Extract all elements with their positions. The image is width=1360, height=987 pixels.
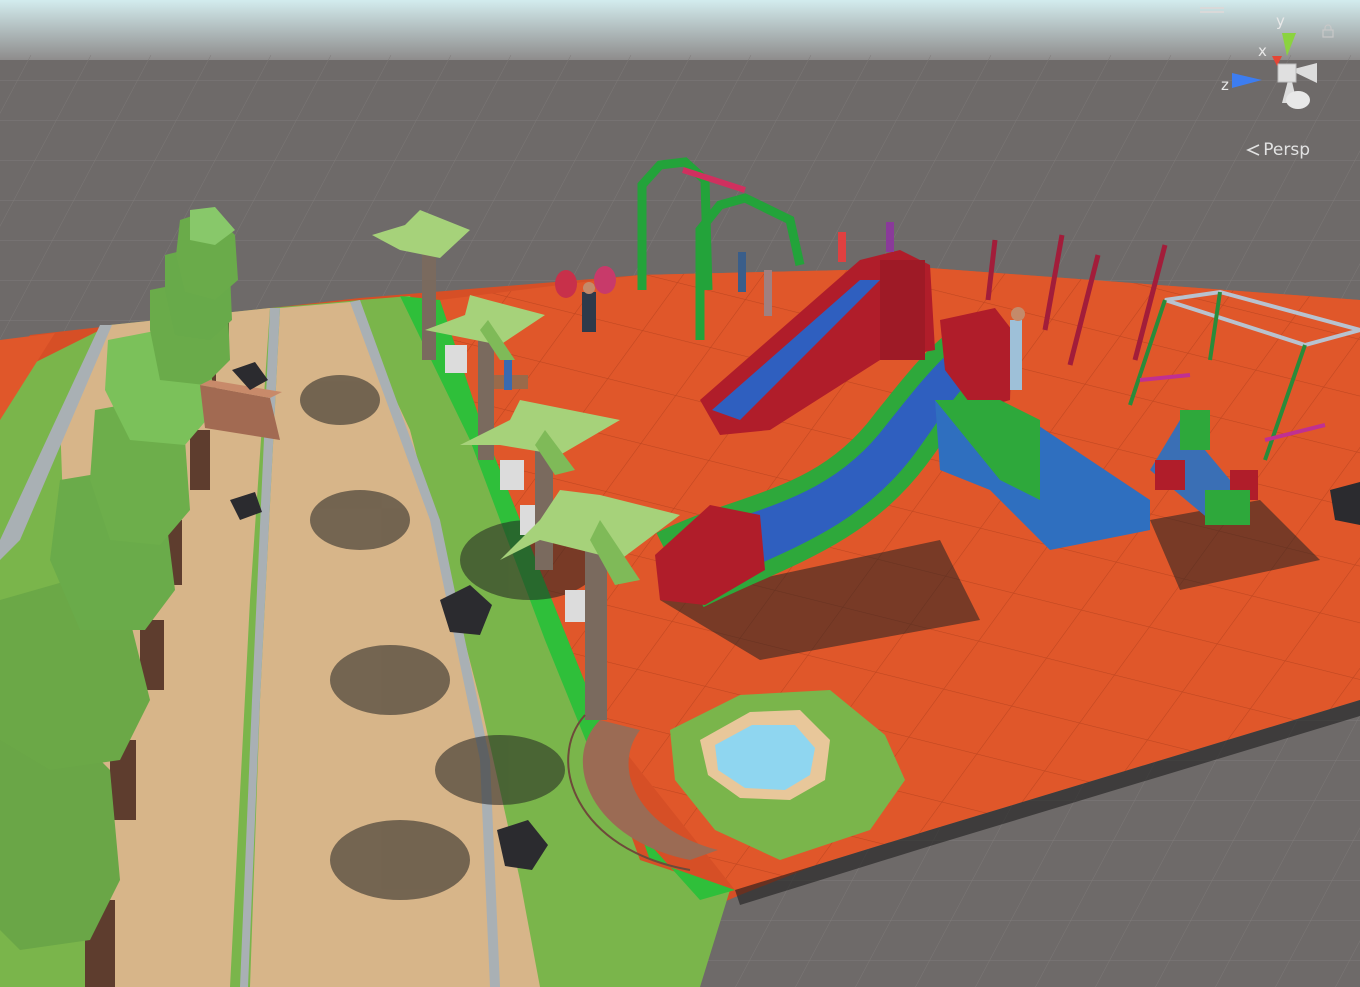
z-axis-cone[interactable] xyxy=(1232,73,1262,88)
orientation-gizmo[interactable]: x y z xyxy=(1202,8,1332,128)
lock-icon[interactable] xyxy=(1321,24,1335,38)
gizmo-y-label: y xyxy=(1276,12,1285,30)
gizmo-z-label: z xyxy=(1221,76,1229,94)
scene-canvas[interactable] xyxy=(0,0,1360,987)
neg-z-cone[interactable] xyxy=(1286,91,1310,109)
camera-projection-toggle[interactable]: Persp xyxy=(1245,140,1310,160)
y-axis-cone[interactable] xyxy=(1282,33,1296,56)
gizmo-axes[interactable] xyxy=(1202,8,1332,128)
chevron-left-icon xyxy=(1246,144,1260,156)
camera-projection-label: Persp xyxy=(1263,140,1310,160)
gizmo-x-label: x xyxy=(1258,42,1267,60)
horizon-sky xyxy=(0,0,1360,60)
gizmo-center-cube[interactable] xyxy=(1277,63,1297,83)
scene-view[interactable]: x y z Persp xyxy=(0,0,1360,987)
